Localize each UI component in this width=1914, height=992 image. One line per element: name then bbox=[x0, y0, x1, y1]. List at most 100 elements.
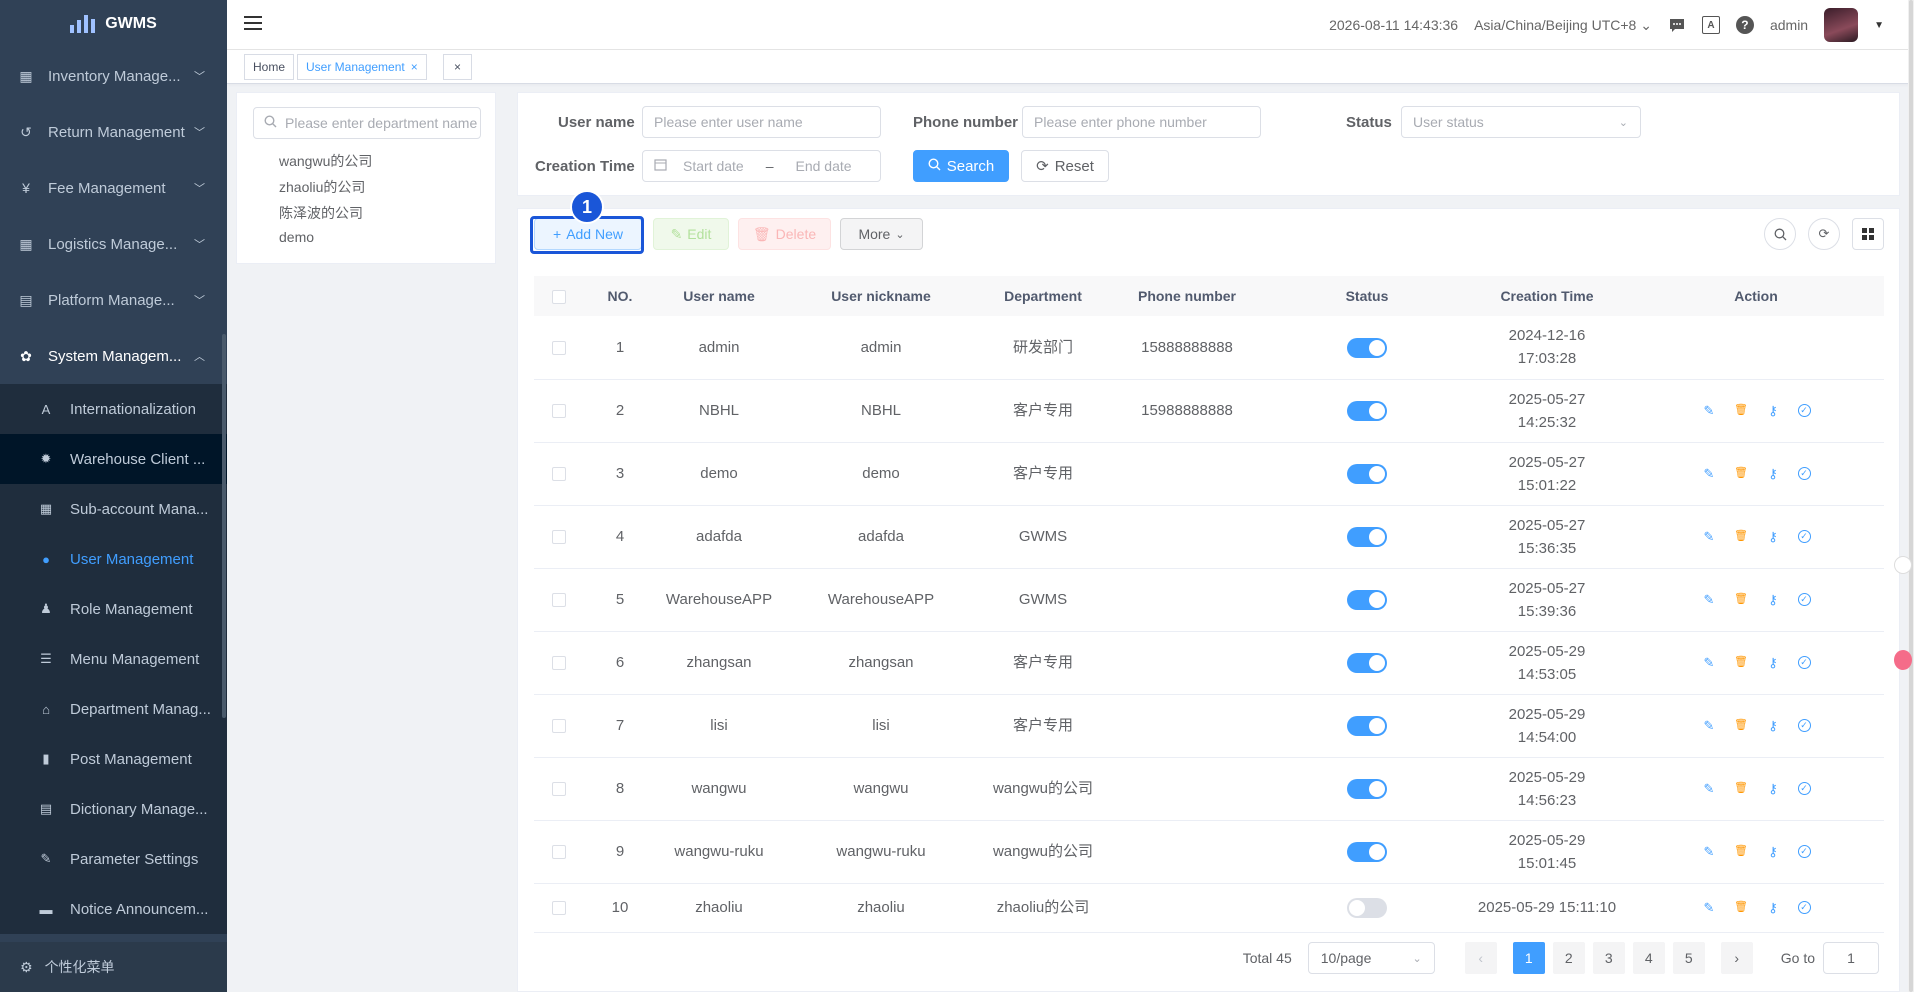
check-circle-icon[interactable]: ✓ bbox=[1797, 656, 1811, 669]
refresh-button[interactable]: ⟳ bbox=[1808, 218, 1840, 250]
delete-button[interactable]: 🗑 Delete bbox=[738, 218, 831, 250]
key-icon[interactable]: ⚷ bbox=[1766, 718, 1781, 733]
tag-user-management[interactable]: User Management × bbox=[297, 54, 427, 80]
logo[interactable]: GWMS bbox=[0, 0, 227, 48]
edit-icon[interactable]: ✎ bbox=[1702, 529, 1717, 544]
edit-icon[interactable]: ✎ bbox=[1702, 781, 1717, 796]
check-circle-icon[interactable]: ✓ bbox=[1797, 467, 1811, 480]
key-icon[interactable]: ⚷ bbox=[1766, 466, 1781, 481]
goto-page-input[interactable]: 1 bbox=[1823, 942, 1879, 974]
language-icon[interactable]: A bbox=[1701, 16, 1720, 34]
key-icon[interactable]: ⚷ bbox=[1766, 403, 1781, 418]
table-row[interactable]: 3 demo demo 客户专用 2025-05-27 15:01:22 ✎ 🗑 ⚷ ✓ bbox=[534, 442, 1884, 506]
sidebar-item-logistics-manage[interactable]: ▦ Logistics Manage... ﹀ bbox=[0, 216, 227, 272]
status-toggle[interactable] bbox=[1347, 842, 1387, 863]
row-checkbox[interactable] bbox=[552, 404, 566, 419]
status-toggle[interactable] bbox=[1347, 898, 1387, 919]
tree-node[interactable]: zhaoliu的公司 bbox=[279, 177, 365, 197]
page-size-select[interactable]: 10/page ⌄ bbox=[1307, 942, 1435, 974]
close-icon[interactable]: × bbox=[411, 60, 418, 74]
table-row[interactable]: 1 admin admin 研发部门 15888888888 2024-12-16 17:0… bbox=[534, 316, 1884, 380]
trash-icon[interactable]: 🗑 bbox=[1734, 844, 1749, 859]
trash-icon[interactable]: 🗑 bbox=[1734, 900, 1749, 915]
username-input[interactable]: Please enter user name bbox=[642, 106, 881, 138]
department-search-input[interactable]: Please enter department name bbox=[253, 107, 481, 139]
key-icon[interactable]: ⚷ bbox=[1766, 781, 1781, 796]
floating-assistant-icon[interactable] bbox=[1894, 556, 1912, 574]
message-icon[interactable] bbox=[1668, 16, 1686, 34]
column-header[interactable]: Action bbox=[1628, 276, 1884, 316]
row-checkbox[interactable] bbox=[552, 656, 566, 671]
row-checkbox[interactable] bbox=[552, 467, 566, 482]
table-row[interactable]: 10 zhaoliu zhaoliu zhaoliu的公司 2025-05-29 15:… bbox=[534, 883, 1884, 933]
next-page-button[interactable]: › bbox=[1720, 942, 1753, 974]
trash-icon[interactable]: 🗑 bbox=[1734, 655, 1749, 670]
sidebar-item-post-management[interactable]: ▮ Post Management bbox=[0, 734, 227, 784]
row-checkbox[interactable] bbox=[552, 845, 566, 860]
prev-page-button[interactable]: ‹ bbox=[1464, 942, 1497, 974]
tree-node[interactable]: demo bbox=[279, 229, 314, 245]
phone-input[interactable]: Please enter phone number bbox=[1022, 106, 1261, 138]
status-toggle[interactable] bbox=[1347, 401, 1387, 422]
trash-icon[interactable]: 🗑 bbox=[1734, 781, 1749, 796]
edit-icon[interactable]: ✎ bbox=[1702, 466, 1717, 481]
trash-icon[interactable]: 🗑 bbox=[1734, 529, 1749, 544]
hamburger-icon[interactable] bbox=[244, 16, 262, 32]
toggle-search-button[interactable] bbox=[1764, 218, 1796, 250]
edit-icon[interactable]: ✎ bbox=[1702, 900, 1717, 915]
search-button[interactable]: Search bbox=[913, 150, 1009, 182]
table-row[interactable]: 9 wangwu-ruku wangwu-ruku wangwu的公司 2025-05-… bbox=[534, 820, 1884, 884]
tree-node[interactable]: wangwu的公司 bbox=[279, 151, 372, 171]
edit-button[interactable]: ✎ Edit bbox=[653, 218, 729, 250]
more-dropdown[interactable]: More ⌄ bbox=[840, 218, 923, 250]
trash-icon[interactable]: 🗑 bbox=[1734, 592, 1749, 607]
page-number-button[interactable]: 5 bbox=[1672, 942, 1705, 974]
check-circle-icon[interactable]: ✓ bbox=[1797, 845, 1811, 858]
trash-icon[interactable]: 🗑 bbox=[1734, 466, 1749, 481]
status-toggle[interactable] bbox=[1347, 653, 1387, 674]
column-header[interactable]: User name bbox=[656, 276, 782, 316]
help-icon[interactable]: ? bbox=[1735, 16, 1754, 34]
status-toggle[interactable] bbox=[1347, 337, 1387, 358]
key-icon[interactable]: ⚷ bbox=[1766, 900, 1781, 915]
sidebar-item-fee-management[interactable]: ¥ Fee Management ﹀ bbox=[0, 160, 227, 216]
tag-home[interactable]: Home bbox=[244, 54, 295, 80]
date-range-picker[interactable]: Start date – End date bbox=[642, 150, 881, 182]
row-checkbox[interactable] bbox=[552, 901, 566, 916]
page-number-button[interactable]: 1 bbox=[1512, 942, 1545, 974]
edit-icon[interactable]: ✎ bbox=[1702, 844, 1717, 859]
username[interactable]: admin bbox=[1770, 17, 1808, 33]
column-header[interactable]: Phone number bbox=[1106, 276, 1268, 316]
key-icon[interactable]: ⚷ bbox=[1766, 844, 1781, 859]
page-number-button[interactable]: 3 bbox=[1592, 942, 1625, 974]
edit-icon[interactable]: ✎ bbox=[1702, 403, 1717, 418]
tree-node[interactable]: 陈泽波的公司 bbox=[279, 203, 363, 223]
select-all-checkbox[interactable] bbox=[552, 290, 566, 305]
table-row[interactable]: 7 lisi lisi 客户专用 2025-05-29 14:54:00 ✎ 🗑 ⚷ ✓ bbox=[534, 694, 1884, 758]
page-number-button[interactable]: 4 bbox=[1632, 942, 1665, 974]
sidebar-item-warehouse-client[interactable]: ✹ Warehouse Client ... bbox=[0, 434, 227, 484]
status-toggle[interactable] bbox=[1347, 464, 1387, 485]
page-scrollbar[interactable] bbox=[1908, 0, 1914, 992]
check-circle-icon[interactable]: ✓ bbox=[1797, 782, 1811, 795]
sidebar-item-role-management[interactable]: ♟ Role Management bbox=[0, 584, 227, 634]
key-icon[interactable]: ⚷ bbox=[1766, 592, 1781, 607]
table-row[interactable]: 8 wangwu wangwu wangwu的公司 2025-05-29 14:56:23… bbox=[534, 757, 1884, 821]
reset-button[interactable]: ⟳ Reset bbox=[1021, 150, 1109, 182]
edit-icon[interactable]: ✎ bbox=[1702, 592, 1717, 607]
trash-icon[interactable]: 🗑 bbox=[1734, 403, 1749, 418]
key-icon[interactable]: ⚷ bbox=[1766, 529, 1781, 544]
sidebar-item-return-management[interactable]: ↺ Return Management ﹀ bbox=[0, 104, 227, 160]
check-circle-icon[interactable]: ✓ bbox=[1797, 404, 1811, 417]
status-toggle[interactable] bbox=[1347, 527, 1387, 548]
sidebar-item-internationalization[interactable]: A Internationalization bbox=[0, 384, 227, 434]
row-checkbox[interactable] bbox=[552, 340, 566, 355]
sidebar-item-menu-management[interactable]: ☰ Menu Management bbox=[0, 634, 227, 684]
check-circle-icon[interactable]: ✓ bbox=[1797, 593, 1811, 606]
column-header[interactable]: Department bbox=[980, 276, 1106, 316]
check-circle-icon[interactable]: ✓ bbox=[1797, 719, 1811, 732]
trash-icon[interactable]: 🗑 bbox=[1734, 718, 1749, 733]
row-checkbox[interactable] bbox=[552, 782, 566, 797]
status-toggle[interactable] bbox=[1347, 716, 1387, 737]
table-row[interactable]: 5 WarehouseAPP WarehouseAPP GWMS 2025-05-27 1… bbox=[534, 568, 1884, 632]
